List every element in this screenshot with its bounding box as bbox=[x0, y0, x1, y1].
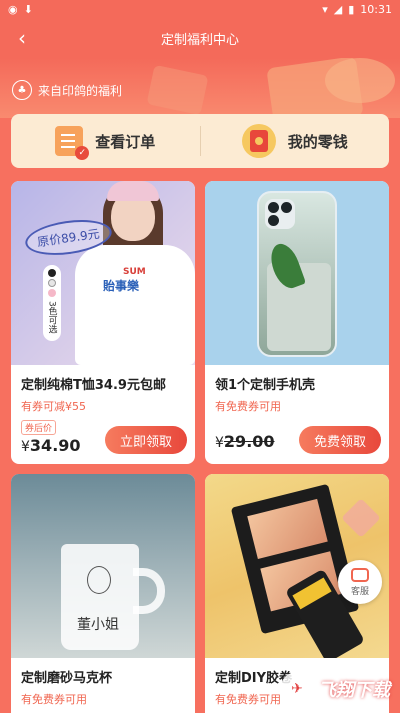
order-list-icon: ✓ bbox=[55, 126, 90, 160]
welfare-header: ♣ 来自印鸽的福利 bbox=[12, 80, 122, 100]
battery-icon: ▮ bbox=[348, 2, 355, 16]
price: ¥29.00 bbox=[215, 432, 275, 451]
after-coupon-tag: 券后价 bbox=[21, 420, 57, 435]
currency-symbol: ¥ bbox=[21, 439, 30, 455]
my-wallet-label: 我的零钱 bbox=[287, 132, 348, 151]
quick-actions: ✓ 查看订单 我的零钱 bbox=[11, 114, 389, 168]
wallet-icon bbox=[241, 124, 276, 158]
customer-service-button[interactable]: 客服 bbox=[338, 560, 382, 604]
wifi-icon: ▾ bbox=[322, 2, 328, 16]
camera-lens bbox=[268, 215, 279, 226]
mug-illustration bbox=[87, 566, 111, 594]
film-frame bbox=[247, 498, 328, 559]
back-button[interactable]: ‹ bbox=[10, 26, 34, 50]
welfare-label: 来自印鸽的福利 bbox=[38, 83, 123, 98]
chat-icon bbox=[351, 565, 369, 582]
product-title: 定制磨砂马克杯 bbox=[21, 671, 113, 686]
location-icon: ◉ bbox=[8, 2, 18, 16]
phone-case-shape bbox=[257, 191, 337, 357]
price-value: 29.00 bbox=[223, 432, 275, 451]
my-wallet-button[interactable]: 我的零钱 bbox=[201, 114, 390, 168]
page-title: 定制福利中心 bbox=[160, 32, 239, 48]
camera-lens bbox=[281, 202, 292, 213]
price: ¥34.90 bbox=[21, 436, 81, 455]
nav-bar: ‹ 定制福利中心 bbox=[0, 18, 400, 58]
tshirt-shape bbox=[75, 245, 195, 365]
shirt-logo-text: SUM bbox=[123, 267, 146, 277]
product-title: 定制纯棉T恤34.9元包邮 bbox=[21, 378, 166, 393]
customer-service-label: 客服 bbox=[350, 586, 369, 597]
hero-decoration bbox=[146, 64, 209, 116]
product-card[interactable]: SUM 貽事樂 原价89.9元 3色可选 定制纯棉T恤34.9元包邮 有券可减¥… bbox=[11, 181, 195, 464]
color-options-pill: 3色可选 bbox=[43, 265, 61, 341]
product-image: 董小姐 bbox=[11, 474, 195, 658]
product-title: 领1个定制手机壳 bbox=[215, 378, 316, 393]
view-orders-label: 查看订单 bbox=[95, 132, 156, 151]
status-time: 10:31 bbox=[360, 2, 392, 16]
price-row: 券后价 ¥34.90 立即领取 bbox=[11, 414, 195, 462]
claim-free-button[interactable]: 免费领取 bbox=[299, 426, 381, 454]
watermark-logo-icon: ✈ bbox=[280, 672, 314, 706]
status-left: ◉ ⬇ bbox=[8, 3, 33, 16]
heart-decoration bbox=[341, 498, 381, 538]
color-options-text: 3色可选 bbox=[46, 301, 57, 334]
color-dot bbox=[48, 269, 56, 277]
hero-decoration bbox=[325, 58, 395, 103]
chevron-left-icon: ‹ bbox=[18, 26, 26, 50]
mug-print-text: 董小姐 bbox=[77, 617, 119, 633]
model-cap bbox=[107, 181, 159, 201]
product-card[interactable]: 领1个定制手机壳 有免费券可用 ¥29.00 免费领取 bbox=[205, 181, 389, 464]
view-orders-button[interactable]: ✓ 查看订单 bbox=[11, 114, 200, 168]
shirt-logo-text: 貽事樂 bbox=[103, 279, 140, 293]
signal-icon: ◢ bbox=[333, 2, 343, 16]
currency-symbol: ¥ bbox=[215, 435, 224, 451]
mug-handle bbox=[133, 568, 165, 614]
product-image: SUM 貽事樂 原价89.9元 3色可选 bbox=[11, 181, 195, 365]
mug-shape bbox=[61, 544, 139, 650]
price-value: 34.90 bbox=[29, 436, 81, 455]
color-dot bbox=[48, 289, 56, 297]
camera-lens bbox=[268, 202, 279, 213]
status-bar: ◉ ⬇ ▾ ◢ ▮ 10:31 bbox=[0, 0, 400, 18]
logo-icon: ♣ bbox=[12, 80, 32, 100]
product-image bbox=[205, 181, 389, 365]
coupon-text: 有券可减¥55 bbox=[21, 400, 86, 413]
status-right: ▾ ◢ ▮ 10:31 bbox=[322, 3, 392, 16]
coupon-text: 有免费券可用 bbox=[21, 693, 87, 706]
color-dot bbox=[48, 279, 56, 287]
camera-module bbox=[265, 199, 295, 229]
watermark: ✈ 飞翔下载 bbox=[280, 672, 390, 706]
download-icon: ⬇ bbox=[23, 2, 33, 16]
price-row: ¥29.00 免费领取 bbox=[205, 414, 389, 462]
claim-now-button[interactable]: 立即领取 bbox=[105, 426, 187, 454]
product-card[interactable]: 董小姐 定制磨砂马克杯 有免费券可用 bbox=[11, 474, 195, 713]
watermark-text: 飞翔下载 bbox=[318, 680, 390, 701]
coupon-text: 有免费券可用 bbox=[215, 400, 281, 413]
